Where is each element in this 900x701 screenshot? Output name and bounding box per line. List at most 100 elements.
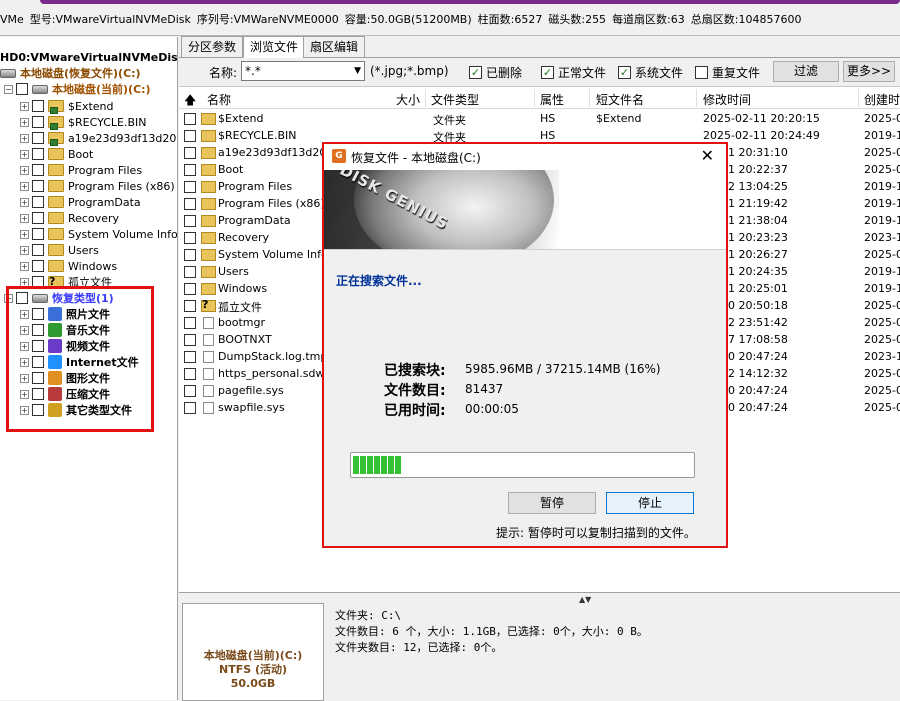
empty-check-icon bbox=[695, 66, 708, 79]
tree-folder-item[interactable]: + $RECYCLE.BIN bbox=[20, 114, 146, 130]
tree-checkbox[interactable] bbox=[32, 100, 44, 112]
name-hint: (*.jpg;*.bmp) bbox=[370, 64, 449, 78]
tab-browse-files[interactable]: 浏览文件 bbox=[243, 36, 306, 58]
expand-icon[interactable]: + bbox=[20, 165, 29, 175]
chevron-down-icon[interactable]: ▼ bbox=[354, 62, 361, 80]
row-checkbox[interactable] bbox=[184, 266, 196, 278]
filter-button[interactable]: 过滤 bbox=[773, 61, 839, 82]
expand-icon[interactable]: + bbox=[20, 197, 29, 207]
tree-checkbox[interactable] bbox=[16, 83, 28, 95]
tree-folder-item[interactable]: + Recovery bbox=[20, 210, 119, 226]
partition-node-label: 本地磁盘(恢复文件)(C:) bbox=[20, 67, 141, 80]
cell-name: $RECYCLE.BIN bbox=[218, 129, 297, 142]
row-checkbox[interactable] bbox=[184, 351, 196, 363]
tree-folder-item[interactable]: + ProgramData bbox=[20, 194, 141, 210]
tree-checkbox[interactable] bbox=[32, 212, 44, 224]
cell-ctime: 2023-1 bbox=[864, 231, 900, 244]
expand-icon[interactable]: + bbox=[20, 101, 29, 111]
row-checkbox[interactable] bbox=[184, 232, 196, 244]
row-checkbox[interactable] bbox=[184, 368, 196, 380]
splitter-grip-icon[interactable]: ▲▼ bbox=[579, 595, 591, 604]
row-checkbox[interactable] bbox=[184, 113, 196, 125]
row-checkbox[interactable] bbox=[184, 334, 196, 346]
row-checkbox[interactable] bbox=[184, 385, 196, 397]
cell-attr: HS bbox=[540, 129, 556, 142]
cell-ctime: 2019-1 bbox=[864, 180, 900, 193]
tree-folder-label: Recovery bbox=[68, 211, 120, 225]
col-attr[interactable]: 属性 bbox=[540, 91, 564, 108]
disk-info-item: 柱面数:6527 bbox=[477, 13, 543, 26]
tree-folder-item[interactable]: + Boot bbox=[20, 146, 93, 162]
deleted-checkbox[interactable]: ✓ 已删除 bbox=[469, 64, 522, 81]
col-ctime[interactable]: 创建时 bbox=[864, 91, 900, 108]
table-row[interactable]: $Extend 文件夹 HS $Extend 2025-02-11 20:20:15 20… bbox=[179, 111, 900, 128]
col-type[interactable]: 文件类型 bbox=[431, 91, 479, 108]
folder-icon bbox=[48, 244, 64, 256]
disk-node[interactable]: HD0:VMwareVirtualNVMeDisk(5 bbox=[0, 51, 177, 64]
row-checkbox[interactable] bbox=[184, 164, 196, 176]
tree-checkbox[interactable] bbox=[32, 164, 44, 176]
expand-icon[interactable]: + bbox=[20, 181, 29, 191]
row-checkbox[interactable] bbox=[184, 130, 196, 142]
tree-folder-item[interactable]: + Program Files bbox=[20, 162, 142, 178]
current-partition-node[interactable]: − 本地磁盘(当前)(C:) bbox=[4, 81, 151, 97]
row-checkbox[interactable] bbox=[184, 181, 196, 193]
expand-icon[interactable]: + bbox=[20, 117, 29, 127]
row-checkbox[interactable] bbox=[184, 249, 196, 261]
row-checkbox[interactable] bbox=[184, 317, 196, 329]
row-checkbox[interactable] bbox=[184, 147, 196, 159]
row-checkbox[interactable] bbox=[184, 215, 196, 227]
expand-icon[interactable]: + bbox=[20, 149, 29, 159]
more-button[interactable]: 更多>> bbox=[843, 61, 895, 82]
tab-sector-edit[interactable]: 扇区编辑 bbox=[303, 36, 366, 58]
tree-checkbox[interactable] bbox=[32, 180, 44, 192]
row-checkbox[interactable] bbox=[184, 402, 196, 414]
name-filter-combo[interactable]: *.* ▼ bbox=[241, 61, 365, 81]
tree-folder-label: Program Files (x86) bbox=[68, 179, 175, 193]
folder-icon bbox=[201, 232, 216, 244]
expand-icon[interactable]: + bbox=[20, 245, 29, 255]
system-files-checkbox[interactable]: ✓ 系统文件 bbox=[618, 64, 683, 81]
tab-partition-params[interactable]: 分区参数 bbox=[181, 36, 244, 58]
tree-folder-item[interactable]: + $Extend bbox=[20, 98, 114, 114]
cell-ctime: 2025-0 bbox=[864, 248, 900, 261]
up-arrow-icon[interactable]: 🡅 bbox=[184, 91, 196, 112]
duplicate-files-checkbox[interactable]: 重复文件 bbox=[695, 64, 760, 81]
tree-checkbox[interactable] bbox=[32, 260, 44, 272]
tree-checkbox[interactable] bbox=[32, 148, 44, 160]
dialog-title-bar: G 恢复文件 - 本地磁盘(C:) ✕ bbox=[324, 144, 726, 170]
tree-folder-item[interactable]: + a19e23d93df13d20b bbox=[20, 130, 177, 146]
stop-button[interactable]: 停止 bbox=[606, 492, 694, 514]
disk-info-bar: VMe 型号:VMwareVirtualNVMeDisk 序列号:VMWareNVM… bbox=[0, 0, 900, 36]
normal-files-checkbox[interactable]: ✓ 正常文件 bbox=[541, 64, 606, 81]
expand-icon[interactable]: + bbox=[20, 229, 29, 239]
row-checkbox[interactable] bbox=[184, 300, 196, 312]
row-checkbox[interactable] bbox=[184, 283, 196, 295]
col-name[interactable]: 名称 bbox=[207, 91, 231, 108]
tree-folder-item[interactable]: + Users bbox=[20, 242, 99, 258]
pause-button[interactable]: 暂停 bbox=[508, 492, 596, 514]
col-size[interactable]: 大小 bbox=[396, 91, 420, 108]
tree-checkbox[interactable] bbox=[32, 244, 44, 256]
expand-icon[interactable]: + bbox=[20, 261, 29, 271]
tree-folder-label: $Extend bbox=[68, 99, 114, 113]
expand-icon[interactable]: + bbox=[20, 213, 29, 223]
row-checkbox[interactable] bbox=[184, 198, 196, 210]
tree-checkbox[interactable] bbox=[32, 132, 44, 144]
col-short-name[interactable]: 短文件名 bbox=[596, 91, 644, 108]
collapse-icon[interactable]: − bbox=[4, 84, 13, 94]
close-icon[interactable]: ✕ bbox=[701, 146, 714, 165]
cell-ctime: 2025-0 bbox=[864, 146, 900, 159]
tree-folder-item[interactable]: + System Volume Inforr bbox=[20, 226, 177, 242]
stat-searched-blocks: 已搜索块: 5985.96MB / 37215.14MB (16%) bbox=[384, 360, 661, 380]
check-icon: ✓ bbox=[541, 66, 554, 79]
partition-node[interactable]: 本地磁盘(恢复文件)(C:) bbox=[0, 65, 141, 81]
tree-checkbox[interactable] bbox=[32, 228, 44, 240]
stat-value: 00:00:05 bbox=[465, 402, 519, 416]
col-mtime[interactable]: 修改时间 bbox=[703, 91, 751, 108]
tree-folder-item[interactable]: + Windows bbox=[20, 258, 117, 274]
expand-icon[interactable]: + bbox=[20, 133, 29, 143]
tree-checkbox[interactable] bbox=[32, 116, 44, 128]
tree-folder-item[interactable]: + Program Files (x86) bbox=[20, 178, 175, 194]
tree-checkbox[interactable] bbox=[32, 196, 44, 208]
